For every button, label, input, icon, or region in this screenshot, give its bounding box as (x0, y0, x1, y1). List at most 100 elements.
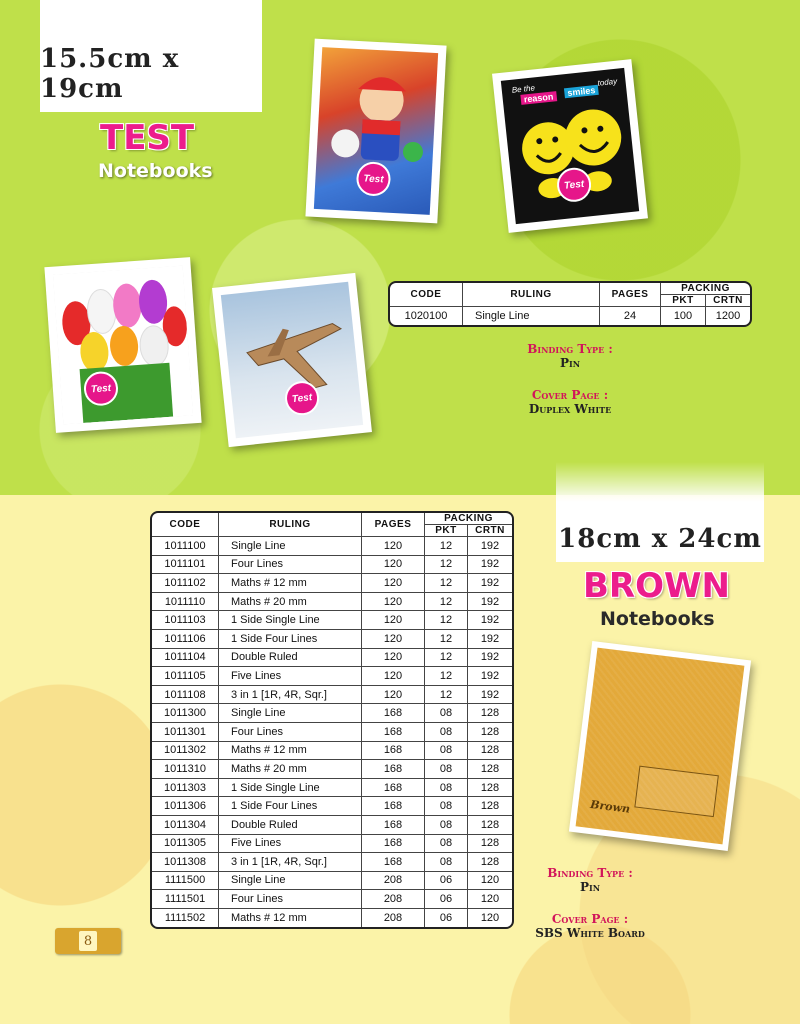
cell-pages: 120 (362, 574, 425, 593)
brown-subtitle: Notebooks (600, 608, 715, 630)
cell-code: 1011302 (152, 741, 219, 761)
cell-pages: 120 (362, 555, 425, 575)
binding-type-value: Pin (579, 880, 601, 894)
table-row: 1011106 1 Side Four Lines 120 12 192 (152, 629, 512, 649)
cell-crtn: 128 (468, 797, 512, 816)
label-box (634, 765, 719, 818)
cell-pkt: 08 (425, 853, 468, 872)
cell-pages: 208 (362, 890, 425, 909)
cell-pages: 120 (362, 537, 425, 556)
table-row: 1011308 3 in 1 [1R, 4R, Sqr.] 168 08 128 (152, 853, 512, 872)
cell-ruling: Five Lines (219, 834, 362, 854)
test-binding-info: Binding Type : Pin (500, 342, 640, 370)
brown-cover-info: Cover Page : SBS White Board (520, 912, 660, 940)
cell-pkt: 12 (425, 592, 468, 612)
col-header-code: CODE (390, 283, 463, 307)
cell-pages: 168 (362, 722, 425, 742)
cell-pages: 120 (362, 592, 425, 612)
cell-code: 1111500 (152, 871, 219, 891)
cell-ruling: 3 in 1 [1R, 4R, Sqr.] (219, 853, 362, 872)
cell-ruling: Four Lines (219, 555, 362, 575)
cell-ruling: Maths # 12 mm (219, 741, 362, 761)
cell-pkt: 06 (425, 908, 468, 928)
brown-title: BROWN (583, 566, 730, 606)
table-row: 1011301 Four Lines 168 08 128 (152, 722, 512, 742)
cell-code: 1011103 (152, 611, 219, 630)
test-cover-info: Cover Page : Duplex White (500, 388, 640, 416)
table-row: 1011300 Single Line 168 08 128 (152, 704, 512, 723)
cell-code: 1011104 (152, 648, 219, 668)
cell-crtn: 1200 (715, 310, 741, 322)
table-row: 1011105 Five Lines 120 12 192 (152, 667, 512, 686)
table-row: 1020100 Single Line 24 100 1200 (390, 307, 750, 325)
col-header-packing: PACKING (661, 283, 750, 295)
cell-crtn: 128 (468, 723, 512, 742)
cell-pkt: 12 (425, 685, 468, 705)
cell-pages: 120 (362, 629, 425, 649)
cell-crtn: 192 (468, 611, 512, 630)
cell-code: 1011105 (152, 667, 219, 686)
table-row: 1011100 Single Line 120 12 192 (152, 537, 512, 556)
cell-code: 1011102 (152, 574, 219, 593)
table-row: 1111502 Maths # 12 mm 208 06 120 (152, 908, 512, 928)
table-row: 1011303 1 Side Single Line 168 08 128 (152, 778, 512, 798)
table-row: 1011302 Maths # 12 mm 168 08 128 (152, 741, 512, 761)
cell-pkt: 100 (661, 307, 706, 325)
test-size-label: 15.5cm x 19cm (40, 0, 262, 112)
cover-page-label: Cover Page : (531, 388, 609, 402)
cell-ruling: Single Line (219, 871, 362, 891)
table-row: 1011310 Maths # 20 mm 168 08 128 (152, 760, 512, 779)
cell-pages: 168 (362, 778, 425, 798)
cell-pkt: 08 (425, 797, 468, 816)
brown-binding-info: Binding Type : Pin (520, 866, 660, 894)
mario-notebook-image: Test (305, 38, 447, 224)
cell-pages: 24 (600, 307, 661, 325)
cell-pkt: 08 (425, 741, 468, 761)
page-number: 8 (79, 931, 97, 951)
cell-pages: 168 (362, 815, 425, 835)
cell-code: 1011106 (152, 629, 219, 649)
cell-ruling: Four Lines (219, 722, 362, 742)
table-row: 1011110 Maths # 20 mm 120 12 192 (152, 592, 512, 612)
table-row: 1011102 Maths # 12 mm 120 12 192 (152, 574, 512, 593)
cell-ruling: Double Ruled (219, 815, 362, 835)
page-number-badge: 8 (55, 928, 121, 954)
col-header-pkt: PKT (661, 295, 706, 307)
cell-crtn: 128 (468, 853, 512, 872)
col-header-pages: PAGES (362, 513, 425, 537)
cell-ruling: Maths # 20 mm (219, 592, 362, 612)
cell-ruling: 1 Side Four Lines (219, 629, 362, 649)
cell-pkt: 12 (425, 537, 468, 556)
col-header-ruling: RULING (463, 283, 600, 307)
cover-page-value: Duplex White (528, 402, 612, 416)
cell-ruling: Single Line (219, 537, 362, 556)
col-header-pages: PAGES (600, 283, 661, 307)
cell-crtn: 192 (468, 649, 512, 668)
tulips-illustration (52, 265, 194, 425)
cell-pkt: 12 (425, 574, 468, 593)
cell-crtn: 128 (468, 835, 512, 854)
cell-pkt: 08 (425, 834, 468, 854)
col-header-crtn: CRTN (468, 525, 512, 537)
cell-pkt: 12 (425, 648, 468, 668)
cell-crtn: 128 (468, 760, 512, 779)
brown-spec-table: CODE RULING PAGES PACKING PKT CRTN 10111… (150, 511, 514, 930)
cell-code: 1011101 (152, 555, 219, 575)
binding-type-label: Binding Type : (547, 866, 633, 880)
cell-pages: 120 (362, 648, 425, 668)
cell-pkt: 08 (425, 722, 468, 742)
cell-ruling: 1 Side Single Line (219, 778, 362, 798)
cell-pkt: 08 (425, 704, 468, 723)
binding-type-label: Binding Type : (527, 342, 613, 356)
col-header-pkt: PKT (425, 525, 468, 537)
cell-pages: 208 (362, 871, 425, 891)
cell-ruling: Single Line (219, 704, 362, 723)
cell-pages: 120 (362, 667, 425, 686)
cover-page-value: SBS White Board (535, 926, 645, 940)
col-header-code: CODE (152, 513, 219, 537)
cell-ruling: 1 Side Four Lines (219, 797, 362, 816)
table-row: 1011305 Five Lines 168 08 128 (152, 834, 512, 854)
cover-page-label: Cover Page : (551, 912, 629, 926)
cell-crtn: 128 (468, 742, 512, 761)
cell-pages: 120 (362, 611, 425, 630)
